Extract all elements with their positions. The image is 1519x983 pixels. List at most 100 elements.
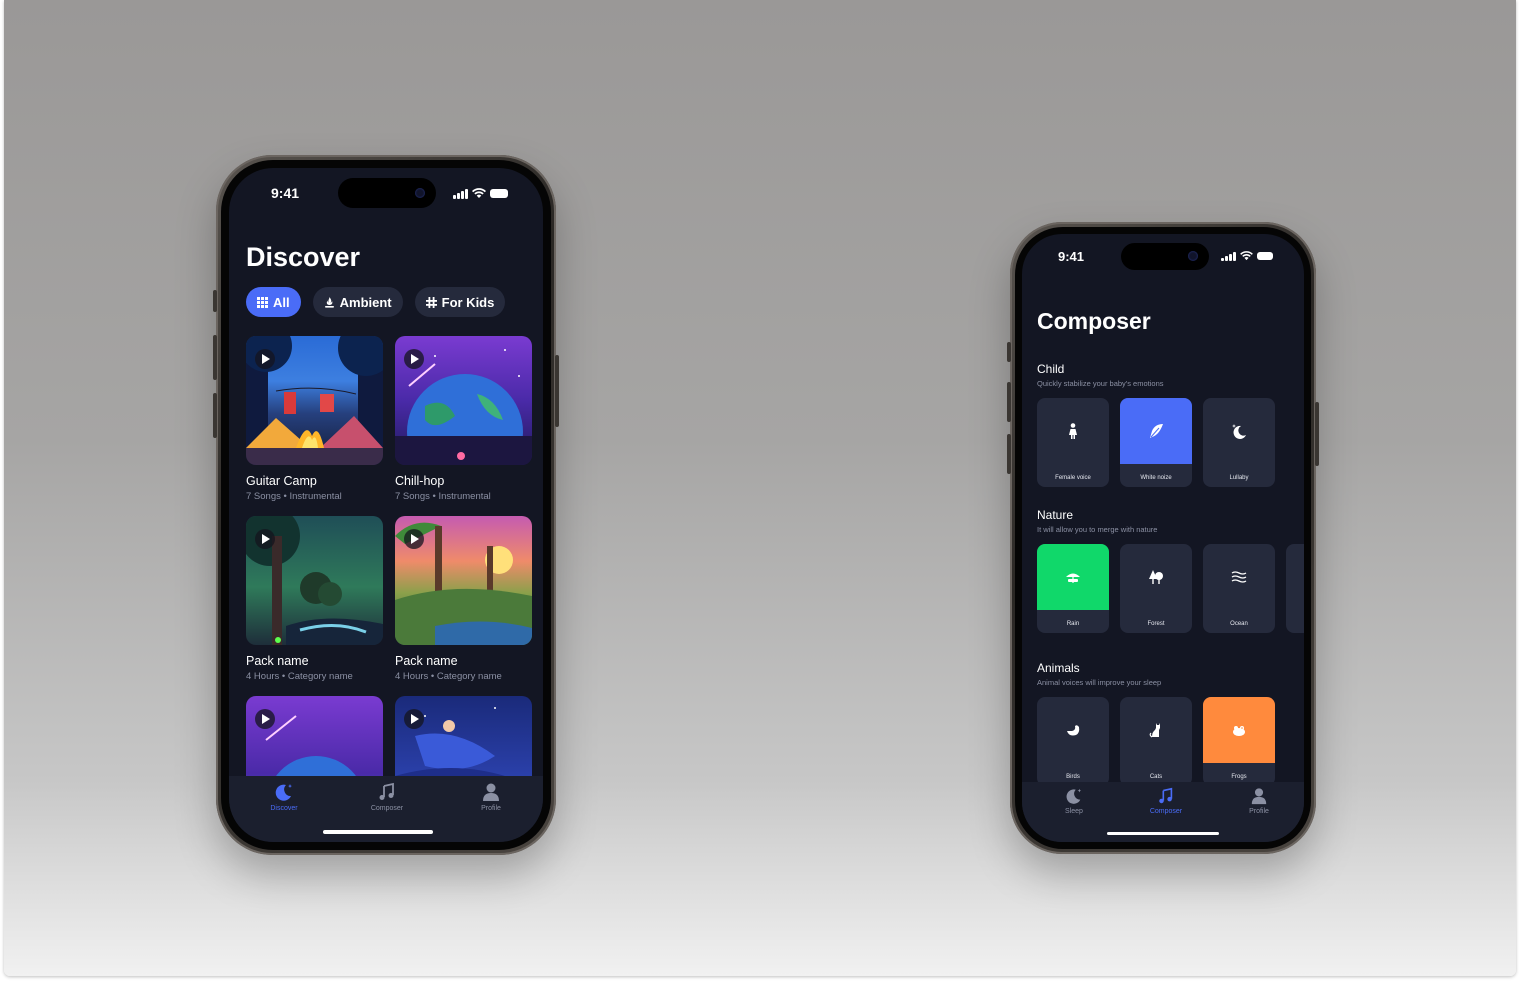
- pack-artwork: [246, 336, 383, 465]
- battery-icon: [490, 189, 508, 198]
- pack-name: Pack name: [246, 654, 309, 668]
- tab-label: Profile: [481, 805, 501, 812]
- signal-icon: [1221, 251, 1236, 261]
- moon-icon: [1066, 788, 1082, 804]
- pack-card[interactable]: Guitar Camp 7 Songs • Instrumental: [246, 336, 383, 502]
- feather-icon: [1150, 424, 1163, 438]
- chip-ambient[interactable]: Ambient: [312, 287, 403, 317]
- pack-artwork: [246, 516, 383, 645]
- pack-card[interactable]: Pack name 4 Hours • Category name: [246, 516, 383, 682]
- tile-ocean[interactable]: Ocean: [1203, 544, 1275, 633]
- play-button[interactable]: [255, 349, 275, 369]
- grid-icon: [257, 296, 268, 308]
- campfire-icon: [324, 296, 334, 308]
- tile-label: Forest: [1147, 621, 1165, 627]
- tile-icon-area: [1037, 697, 1109, 763]
- phone-composer: 9:41 Composer Child Quickly stabilize yo…: [1007, 222, 1319, 854]
- presentation-background: 9:41 Discover All Ambient For Kids Guita…: [4, 0, 1516, 976]
- section-title-nature: Nature: [1037, 508, 1074, 522]
- cat-icon: [1149, 723, 1160, 738]
- tab-label: Profile: [1249, 808, 1269, 815]
- discover-screen: 9:41 Discover All Ambient For Kids Guita…: [229, 168, 543, 842]
- category-chips: All Ambient For Kids: [246, 287, 506, 317]
- tile-icon-area: [1203, 544, 1275, 610]
- tile-frogs[interactable]: Frogs: [1203, 697, 1275, 786]
- tile-lullaby[interactable]: Lullaby: [1203, 398, 1275, 487]
- battery-icon: [1257, 252, 1273, 260]
- tile-label: White noize: [1140, 475, 1172, 481]
- chip-label: For Kids: [441, 294, 495, 310]
- tile-label: Cats: [1149, 774, 1163, 780]
- pack-card[interactable]: Chill-hop 7 Songs • Instrumental: [395, 336, 532, 502]
- tile-forest[interactable]: Forest: [1120, 544, 1192, 633]
- pack-category: Instrumental: [289, 491, 342, 502]
- frog-icon: [1233, 726, 1245, 736]
- wifi-icon: [472, 188, 486, 198]
- tab-sleep[interactable]: Sleep: [1034, 787, 1114, 815]
- pack-category: Instrumental: [438, 491, 491, 502]
- signal-icon: [453, 188, 468, 199]
- tile-icon-area: [1037, 398, 1109, 464]
- side-button: [555, 355, 559, 427]
- tile-icon-area: [1203, 398, 1275, 464]
- pack-meta: 4 Hours • Category name: [246, 671, 353, 682]
- music-note-icon: [1159, 787, 1173, 804]
- play-button[interactable]: [255, 709, 275, 729]
- play-button[interactable]: [255, 529, 275, 549]
- tile-partial[interactable]: [1286, 544, 1304, 633]
- tab-composer[interactable]: Composer: [1126, 787, 1206, 815]
- phone-discover: 9:41 Discover All Ambient For Kids Guita…: [213, 155, 559, 855]
- tab-profile[interactable]: Profile: [451, 782, 531, 812]
- tab-discover[interactable]: Discover: [244, 782, 324, 812]
- moon-icon: [275, 784, 292, 801]
- status-time: 9:41: [271, 185, 300, 201]
- chip-label: Ambient: [339, 294, 392, 310]
- status-icons: [1221, 251, 1273, 261]
- tab-profile[interactable]: Profile: [1219, 787, 1299, 815]
- chip-all[interactable]: All: [246, 287, 301, 317]
- play-button[interactable]: [404, 349, 424, 369]
- tab-composer[interactable]: Composer: [347, 782, 427, 812]
- tile-icon-area: [1120, 697, 1192, 763]
- side-button: [1007, 434, 1011, 474]
- pack-meta: 4 Hours • Category name: [395, 671, 502, 682]
- composer-screen: 9:41 Composer Child Quickly stabilize yo…: [1022, 234, 1304, 842]
- home-indicator[interactable]: [1107, 832, 1219, 835]
- side-button: [1007, 382, 1011, 422]
- section-subtitle-animals: Animal voices will improve your sleep: [1037, 678, 1162, 687]
- person-icon: [483, 783, 499, 801]
- pack-duration: 7 Songs: [395, 491, 430, 502]
- tile-white-noize[interactable]: White noize: [1120, 398, 1192, 487]
- tile-icon-area: [1120, 544, 1192, 610]
- tile-female-voice[interactable]: Female voice: [1037, 398, 1109, 487]
- tile-label: Birds: [1066, 774, 1080, 780]
- tile-birds[interactable]: Birds: [1037, 697, 1109, 786]
- play-button[interactable]: [404, 529, 424, 549]
- tile-cats[interactable]: Cats: [1120, 697, 1192, 786]
- tab-label: Sleep: [1065, 808, 1083, 815]
- person-icon: [1251, 788, 1267, 805]
- tile-label: Frogs: [1231, 774, 1247, 780]
- pack-name: Chill-hop: [395, 474, 445, 488]
- page-title: Composer: [1037, 308, 1151, 334]
- pack-artwork: [395, 516, 532, 645]
- tile-label: Ocean: [1230, 621, 1248, 627]
- side-button: [213, 335, 217, 380]
- tab-label: Composer: [1149, 808, 1183, 815]
- status-time: 9:41: [1058, 249, 1085, 264]
- home-indicator[interactable]: [323, 830, 433, 834]
- wifi-icon: [1240, 251, 1253, 261]
- tab-bar: Discover Composer Profile: [229, 776, 543, 842]
- pack-card[interactable]: Pack name 4 Hours • Category name: [395, 516, 532, 682]
- pack-artwork: [395, 336, 532, 465]
- woman-icon: [1069, 423, 1077, 439]
- tile-label: Rain: [1066, 621, 1080, 627]
- tile-icon-area: [1203, 697, 1275, 763]
- play-button[interactable]: [404, 709, 424, 729]
- tile-rain[interactable]: Rain: [1037, 544, 1109, 633]
- side-button: [213, 393, 217, 438]
- dynamic-island: [1121, 243, 1209, 270]
- chip-for-kids[interactable]: For Kids: [414, 287, 506, 317]
- pack-category: Category name: [287, 671, 353, 682]
- pack-duration: 7 Songs: [246, 491, 281, 502]
